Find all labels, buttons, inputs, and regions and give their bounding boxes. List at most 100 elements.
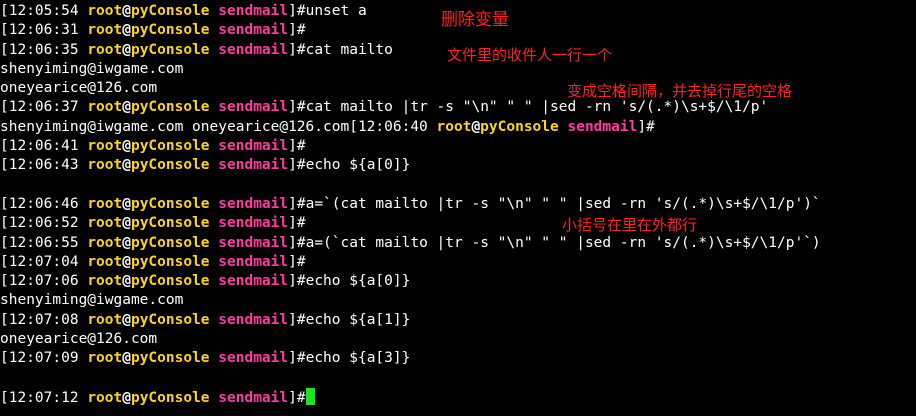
prompt-at: @ [122, 253, 131, 270]
annotation-parentheses: 小括号在里在外都行 [562, 216, 698, 234]
prompt-line: [12:06:52 root@pyConsole sendmail]# [0, 214, 916, 233]
prompt-host: pyConsole [130, 273, 210, 290]
prompt-at: @ [122, 157, 131, 174]
prompt-line: [12:06:55 root@pyConsole sendmail]#a=(`c… [0, 234, 916, 253]
prompt-time: 12:07:12 [8, 389, 79, 406]
prompt-time: 12:06:55 [8, 234, 79, 251]
prompt-dir: sendmail [218, 311, 289, 328]
prompt-open-bracket: [ [0, 311, 9, 328]
prompt-at: @ [122, 234, 131, 251]
prompt-user: root [87, 350, 123, 367]
prompt-dir: sendmail [218, 350, 289, 367]
prompt-hash: ]# [288, 273, 306, 290]
prompt-open-bracket: [ [0, 234, 9, 251]
prompt-user: root [87, 234, 123, 251]
prompt-open-bracket: [ [0, 273, 9, 290]
prompt-host: pyConsole [130, 3, 210, 19]
command-text: echo ${a[0]} [305, 157, 411, 174]
prompt-user: root [87, 311, 123, 328]
prompt-dir: sendmail [218, 99, 289, 116]
prompt-dir: sendmail [218, 215, 289, 232]
prompt-host: pyConsole [130, 195, 210, 212]
prompt-user: root [87, 41, 123, 58]
prompt-open-bracket: [ [0, 253, 9, 270]
prompt-time: 12:07:09 [8, 350, 79, 367]
prompt-user: root [87, 253, 123, 270]
output-text: oneyearice@126.com [0, 331, 158, 348]
prompt-hash: ]# [288, 157, 306, 174]
prompt-dir: sendmail [218, 253, 289, 270]
prompt-open-bracket: [ [0, 157, 9, 174]
prompt-at: @ [122, 350, 131, 367]
prompt-dir: sendmail [218, 41, 289, 58]
prompt-user: root [87, 3, 123, 19]
prompt-hash: ]# [288, 253, 306, 270]
prompt-at: @ [471, 118, 481, 135]
prompt-line: [12:07:04 root@pyConsole sendmail]# [0, 253, 916, 272]
prompt-dir: sendmail [218, 273, 289, 290]
prompt-user: root [87, 99, 123, 116]
output-and-prompt-line: shenyiming@iwgame.com oneyearice@126.com… [0, 118, 916, 137]
prompt-open-bracket: [ [349, 118, 358, 135]
prompt-at: @ [122, 311, 131, 328]
output-text: oneyearice@126.com [0, 80, 158, 97]
command-text: cat mailto [305, 41, 393, 58]
prompt-hash: ]# [288, 99, 306, 116]
prompt-host: pyConsole [130, 215, 210, 232]
prompt-hash: ]# [288, 350, 306, 367]
prompt-user: root [87, 195, 123, 212]
prompt-time: 12:06:35 [8, 41, 79, 58]
prompt-time: 12:07:04 [8, 253, 79, 270]
prompt-user: root [87, 22, 123, 39]
prompt-at: @ [122, 195, 131, 212]
prompt-at: @ [122, 273, 131, 290]
prompt-at: @ [122, 138, 131, 155]
prompt-open-bracket: [ [0, 350, 9, 367]
prompt-dir: sendmail [218, 389, 289, 406]
command-text: a=(`cat mailto |tr -s "\n" " " |sed -rn … [305, 234, 821, 251]
prompt-line: [12:07:12 root@pyConsole sendmail]# [0, 387, 916, 407]
prompt-time: 12:06:31 [8, 22, 79, 39]
prompt-user: root [87, 215, 123, 232]
prompt-time: 12:06:41 [8, 138, 79, 155]
prompt-dir: sendmail [218, 157, 289, 174]
prompt-time: 12:06:52 [8, 215, 79, 232]
prompt-line: [12:07:06 root@pyConsole sendmail]#echo … [0, 272, 916, 291]
prompt-hash: ]# [637, 118, 655, 135]
prompt-host: pyConsole [130, 22, 210, 39]
output-line: shenyiming@iwgame.com [0, 291, 916, 310]
prompt-host: pyConsole [130, 41, 210, 58]
prompt-line: [12:07:08 root@pyConsole sendmail]#echo … [0, 311, 916, 330]
prompt-line: [12:06:41 root@pyConsole sendmail]# [0, 137, 916, 156]
prompt-host: pyConsole [130, 350, 210, 367]
prompt-host: pyConsole [130, 138, 210, 155]
terminal-cursor[interactable] [305, 387, 315, 405]
output-line: oneyearice@126.com [0, 330, 916, 349]
prompt-open-bracket: [ [0, 99, 9, 116]
output-text: shenyiming@iwgame.com [0, 292, 184, 309]
annotation-tr-sed: 变成空格间隔，并去掉行尾的空格 [567, 82, 793, 100]
prompt-user: root [87, 273, 123, 290]
prompt-host: pyConsole [130, 234, 210, 251]
prompt-at: @ [122, 215, 131, 232]
output-text: shenyiming@iwgame.com [0, 60, 184, 77]
